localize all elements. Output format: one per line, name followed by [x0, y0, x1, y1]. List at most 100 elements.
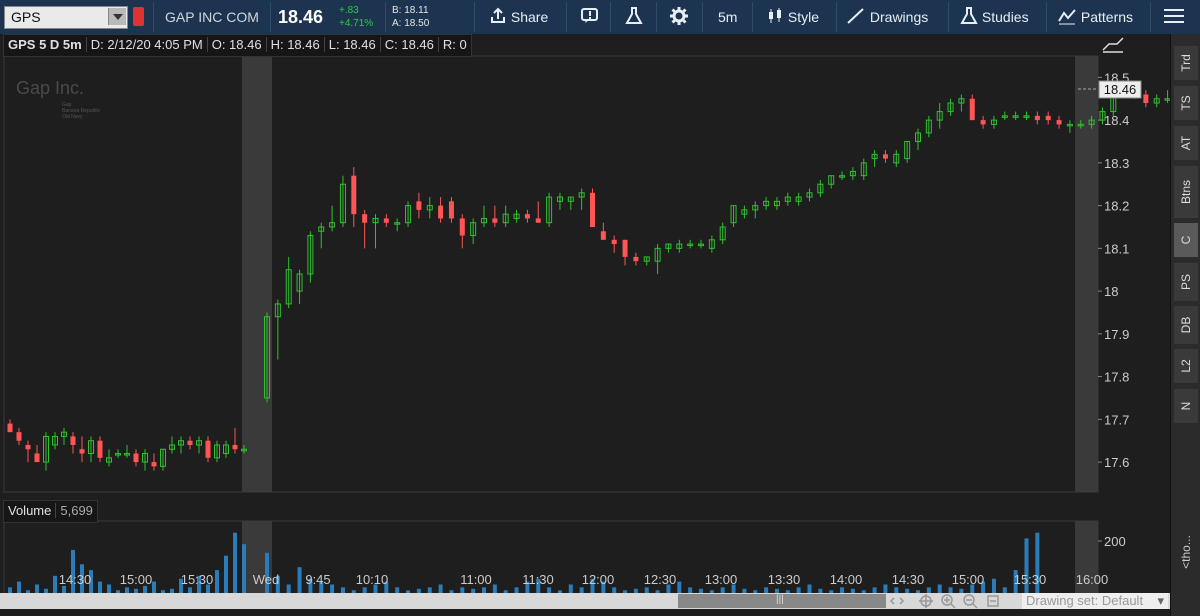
- drawing-set-field[interactable]: Drawing set: Default ▾: [1022, 593, 1168, 609]
- pencil-icon: [847, 8, 864, 24]
- style-button[interactable]: Style: [766, 6, 819, 28]
- price-tick-label: 18.3: [1104, 156, 1129, 171]
- time-tick-label: 15:00: [120, 572, 153, 587]
- price-tick-label: 17.7: [1104, 412, 1129, 427]
- drawing-set-label: Drawing set: Default: [1026, 593, 1144, 608]
- tab-ts[interactable]: TS: [1174, 86, 1198, 120]
- tab-n[interactable]: N: [1174, 389, 1198, 423]
- symbol-text: GPS: [11, 9, 41, 25]
- candle-body-down: [79, 449, 85, 454]
- candle-body-down: [97, 440, 103, 458]
- price-tick-label: 18.4: [1104, 113, 1129, 128]
- tab-trd[interactable]: Trd: [1174, 46, 1198, 80]
- scrollbar-thumb[interactable]: |||: [678, 594, 886, 608]
- volume-bar: [233, 532, 237, 596]
- style-label: Style: [787, 9, 820, 25]
- price-chart[interactable]: Gap Inc. GapBanana RepublicOld Navy 18.5…: [0, 34, 1170, 616]
- expand-icon: [890, 597, 905, 605]
- bid-price: B: 18.11: [392, 5, 429, 16]
- candle-body-down: [969, 98, 975, 121]
- zoom-out-icon: [963, 594, 978, 609]
- chart-trend-icon[interactable]: [1102, 37, 1124, 53]
- volume-bar: [224, 555, 228, 596]
- time-tick-label: 10:10: [356, 572, 389, 587]
- candle-body-down: [1045, 115, 1051, 121]
- company-name: GAP INC COM: [165, 9, 259, 25]
- candle-body-down: [535, 218, 541, 223]
- candle-body-down: [590, 192, 595, 227]
- share-icon: [491, 7, 505, 23]
- settings-button[interactable]: [669, 6, 689, 28]
- time-tick-label: 9:45: [305, 572, 330, 587]
- tab-at[interactable]: AT: [1174, 126, 1198, 160]
- watermark-line: Old Navy: [62, 114, 83, 120]
- time-tick-label: 13:30: [768, 572, 801, 587]
- time-tick-label: 16:00: [1076, 572, 1109, 587]
- last-price: 18.46: [278, 7, 324, 27]
- crosshair-icon: [919, 594, 933, 608]
- candle-body-down: [351, 175, 357, 215]
- studies-button[interactable]: Studies: [960, 6, 1029, 28]
- time-tick-label: 14:30: [59, 572, 92, 587]
- gear-icon: [670, 7, 688, 25]
- candle-body-down: [205, 440, 211, 458]
- candle-body-down: [416, 201, 422, 210]
- tab-db[interactable]: DB: [1174, 306, 1198, 344]
- studies-label: Studies: [981, 9, 1029, 25]
- candle-body-down: [34, 453, 40, 463]
- last-price-tag-text: 18.46: [1104, 82, 1137, 97]
- chart-area[interactable]: Gap Inc. Gap Banana Republic Old Navy 18.5…: [0, 34, 1170, 616]
- volume-label: Volume: [4, 503, 57, 518]
- price-tick-label: 17.9: [1104, 327, 1129, 342]
- candle-body-down: [362, 214, 368, 223]
- watermark-title: Gap Inc.: [16, 78, 84, 98]
- share-button[interactable]: Share: [489, 6, 548, 28]
- open-readout: O: 18.46: [207, 37, 267, 52]
- horizontal-scrollbar[interactable]: ||| Drawing set: Default ▾: [0, 593, 1170, 609]
- alert-flag-icon[interactable]: [133, 7, 144, 26]
- divider: [270, 2, 271, 32]
- patterns-button[interactable]: Patterns: [1057, 6, 1133, 28]
- candle-body-down: [882, 154, 888, 159]
- menu-button[interactable]: [1162, 6, 1186, 28]
- tab-l2[interactable]: L2: [1174, 349, 1198, 383]
- time-tick-label: 11:00: [460, 572, 492, 587]
- price-tick-label: 18: [1104, 284, 1118, 299]
- price-tick-label: 17.8: [1104, 370, 1129, 385]
- percent-change: +4.71%: [339, 18, 374, 29]
- tab-btns[interactable]: Btns: [1174, 166, 1198, 218]
- flask-button[interactable]: [625, 6, 643, 28]
- notes-icon: [581, 8, 598, 23]
- candle-body-down: [16, 432, 22, 441]
- price-tick-label: 18.2: [1104, 199, 1129, 214]
- volume-bar: [242, 544, 246, 596]
- patterns-label: Patterns: [1080, 9, 1134, 25]
- drawings-button[interactable]: Drawings: [846, 6, 928, 28]
- hamburger-icon: [1164, 9, 1184, 23]
- flask-icon: [625, 7, 643, 24]
- candle-body-down: [187, 440, 193, 445]
- candle-body-down: [622, 239, 628, 257]
- volume-tick-label: 200: [1104, 534, 1126, 549]
- time-tick-label: 14:30: [892, 572, 925, 587]
- time-tick-label: 14:00: [830, 572, 863, 587]
- time-tick-label: 15:30: [1014, 572, 1047, 587]
- collapse-handle[interactable]: <tho...: [1177, 522, 1195, 582]
- toolbar: GPS GAP INC COM 18.46 +.83 +4.71% B: 18.…: [0, 0, 1200, 35]
- candle-body-down: [611, 239, 617, 245]
- divider: [752, 2, 753, 32]
- tab-c[interactable]: C: [1174, 223, 1198, 257]
- symbol-dropdown-icon[interactable]: [108, 8, 126, 25]
- candle-body-down: [600, 231, 606, 240]
- divider: [153, 2, 154, 32]
- notes-button[interactable]: [580, 6, 600, 28]
- divider: [836, 2, 837, 32]
- candle-body-down: [1034, 115, 1040, 121]
- divider: [656, 2, 657, 32]
- candle-body-down: [492, 218, 498, 223]
- interval-button[interactable]: 5m: [718, 6, 737, 28]
- symbol-input[interactable]: GPS: [4, 6, 128, 29]
- tab-ps[interactable]: PS: [1174, 263, 1198, 301]
- price-tick-label: 17.6: [1104, 455, 1129, 470]
- drawing-set-dropdown-icon[interactable]: ▾: [1157, 593, 1164, 609]
